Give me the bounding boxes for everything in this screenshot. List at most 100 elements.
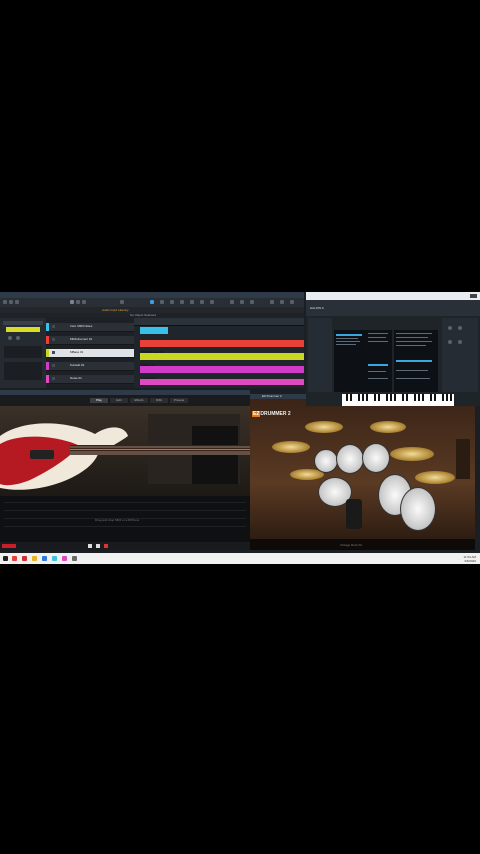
toolbar-button[interactable] [82, 300, 86, 304]
toolbar-button[interactable] [250, 300, 254, 304]
list-item-selected[interactable] [396, 360, 432, 362]
mute-button[interactable] [52, 364, 55, 367]
mute-button[interactable] [52, 377, 55, 380]
list-item[interactable] [368, 378, 388, 379]
list-item-selected[interactable] [368, 364, 388, 366]
list-item[interactable] [396, 370, 428, 371]
app-icon[interactable] [42, 556, 47, 561]
toolbar-button[interactable] [170, 300, 174, 304]
china-cymbal[interactable] [415, 471, 455, 484]
toolbar-button[interactable] [150, 300, 154, 304]
piano-keyboard[interactable] [342, 394, 454, 406]
toolbar-button[interactable] [9, 300, 13, 304]
category-list[interactable] [334, 330, 366, 392]
track-row-selected[interactable]: MBass 01 [46, 349, 134, 358]
toolbar-button[interactable] [270, 300, 274, 304]
list-item[interactable] [368, 333, 388, 334]
rack-tom[interactable] [336, 444, 364, 474]
list-item[interactable] [336, 344, 356, 345]
volume-knob[interactable] [8, 336, 12, 340]
mute-button[interactable] [52, 325, 55, 328]
midi-clip[interactable] [140, 327, 168, 334]
tab-presets[interactable]: Presets [170, 398, 188, 403]
knob[interactable] [448, 326, 452, 330]
track-row[interactable]: Noise 01 [46, 375, 134, 384]
inspector-tab[interactable] [3, 321, 43, 325]
play-button[interactable] [96, 544, 100, 548]
toolbar-button[interactable] [180, 300, 184, 304]
floor-tom[interactable] [400, 487, 436, 531]
synth-slots[interactable] [308, 318, 332, 392]
track-row[interactable]: Instr. MIDI Notes [46, 323, 134, 332]
stop-button[interactable] [88, 544, 92, 548]
toolbar-button[interactable] [3, 300, 7, 304]
tab-play[interactable]: Play [90, 398, 108, 403]
hihat-cymbal[interactable] [272, 441, 310, 453]
toolbar-button[interactable] [120, 300, 124, 304]
list-item[interactable] [368, 337, 386, 338]
toolbar-button[interactable] [240, 300, 244, 304]
start-icon[interactable] [3, 556, 8, 561]
tab-edit[interactable]: Edit [110, 398, 128, 403]
list-item-selected[interactable] [336, 334, 362, 336]
subcategory-list[interactable] [366, 330, 392, 392]
knob[interactable] [458, 326, 462, 330]
crash-cymbal[interactable] [370, 421, 406, 433]
mute-button[interactable] [52, 338, 55, 341]
pan-knob[interactable] [16, 336, 20, 340]
list-item[interactable] [336, 341, 360, 342]
toolbar-button[interactable] [280, 300, 284, 304]
kick-pedal[interactable] [346, 499, 362, 529]
app-icon[interactable] [12, 556, 17, 561]
clock-date: 3/6/2020 [464, 559, 476, 563]
record-button[interactable] [104, 544, 108, 548]
toolbar-button[interactable] [200, 300, 204, 304]
app-icon[interactable] [72, 556, 77, 561]
toolbar-button[interactable] [230, 300, 234, 304]
inspector-track-name[interactable] [6, 327, 40, 332]
list-item[interactable] [396, 333, 432, 334]
app-icon[interactable] [32, 556, 37, 561]
crash-cymbal[interactable] [305, 421, 343, 433]
list-item[interactable] [368, 371, 386, 372]
list-item[interactable] [396, 341, 432, 342]
knob[interactable] [448, 340, 452, 344]
drum-kit-view[interactable]: EZDRUMMER 2 [250, 399, 475, 539]
app-icon[interactable] [22, 556, 27, 561]
toolbar-button[interactable] [210, 300, 214, 304]
list-item[interactable] [396, 378, 430, 379]
midi-clip[interactable]: MBass 01 [140, 353, 304, 367]
list-item[interactable] [396, 345, 426, 346]
tab-effects[interactable]: Effects [130, 398, 148, 403]
app-icon[interactable] [62, 556, 67, 561]
list-item[interactable] [396, 337, 428, 338]
tab-riffs[interactable]: Riffs [150, 398, 168, 403]
synth-title-bar[interactable]: HALion Sonic [306, 292, 480, 306]
bass-song-track[interactable]: Drag and drop MIDI or a Riff here [0, 496, 250, 542]
mute-button[interactable] [52, 351, 55, 354]
track-row[interactable]: MIDIstrument 01 [46, 336, 134, 345]
toolbar-button[interactable] [15, 300, 19, 304]
midi-clip[interactable]: MIDIstrument 01 [140, 340, 304, 354]
app-icon[interactable] [52, 556, 57, 561]
rack-tom[interactable] [314, 449, 338, 473]
knob[interactable] [458, 340, 462, 344]
rack-tom[interactable] [362, 443, 390, 473]
timeline-ruler[interactable] [134, 318, 304, 326]
system-clock[interactable]: 11:54 AM 3/6/2020 [464, 555, 476, 563]
close-icon[interactable] [470, 294, 477, 298]
toolbar-button[interactable] [70, 300, 74, 304]
list-item[interactable] [368, 341, 388, 342]
midi-clip[interactable]: Noise 01 [140, 379, 304, 393]
bass-guitar-view[interactable] [0, 406, 250, 496]
list-item[interactable] [336, 338, 358, 339]
ride-cymbal[interactable] [390, 447, 434, 461]
toolbar-button[interactable] [76, 300, 80, 304]
track-row[interactable]: Kontakt 01 [46, 362, 134, 371]
toolbar-button[interactable] [190, 300, 194, 304]
toolbar-button[interactable] [290, 300, 294, 304]
toolbar-button[interactable] [160, 300, 164, 304]
preset-list[interactable] [394, 330, 438, 392]
midi-clip[interactable]: Kontakt 01 [140, 366, 304, 380]
arrange-window[interactable]: MIDIstrument 01 MBass 01 Kontakt 01 Nois… [134, 318, 304, 393]
